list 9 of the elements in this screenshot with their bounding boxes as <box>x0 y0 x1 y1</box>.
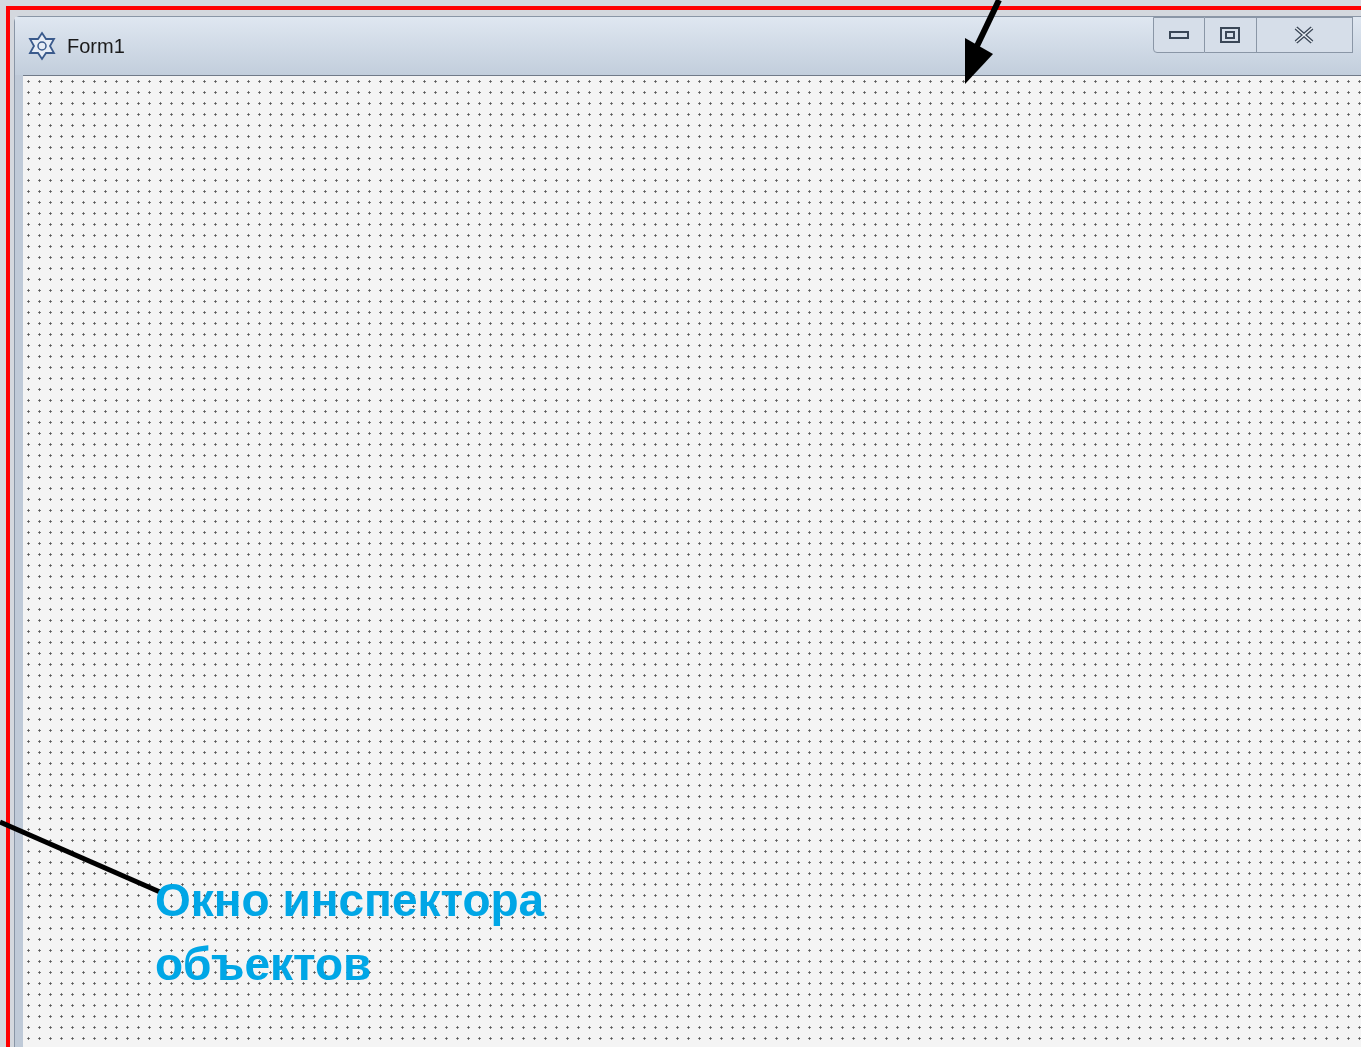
close-icon <box>1293 26 1316 44</box>
maximize-button[interactable] <box>1204 17 1257 53</box>
window-title: Form1 <box>67 34 125 59</box>
restore-icon <box>1219 26 1242 44</box>
minimize-icon <box>1168 30 1189 40</box>
annotation-caption: Окно инспектора объектов <box>155 873 546 992</box>
minimize-button[interactable] <box>1152 17 1205 53</box>
app-icon <box>27 31 57 61</box>
close-button[interactable] <box>1256 17 1353 53</box>
